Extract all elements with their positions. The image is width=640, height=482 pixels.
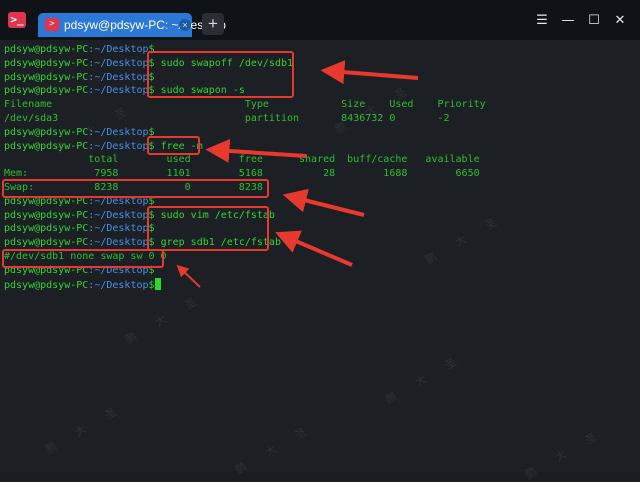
arrow-icon [282,188,365,217]
arrow-icon [176,264,201,288]
arrow-icon [320,60,419,85]
annotation-arrows [176,60,419,288]
arrow-icon [275,230,353,267]
arrow-icon [205,138,307,163]
